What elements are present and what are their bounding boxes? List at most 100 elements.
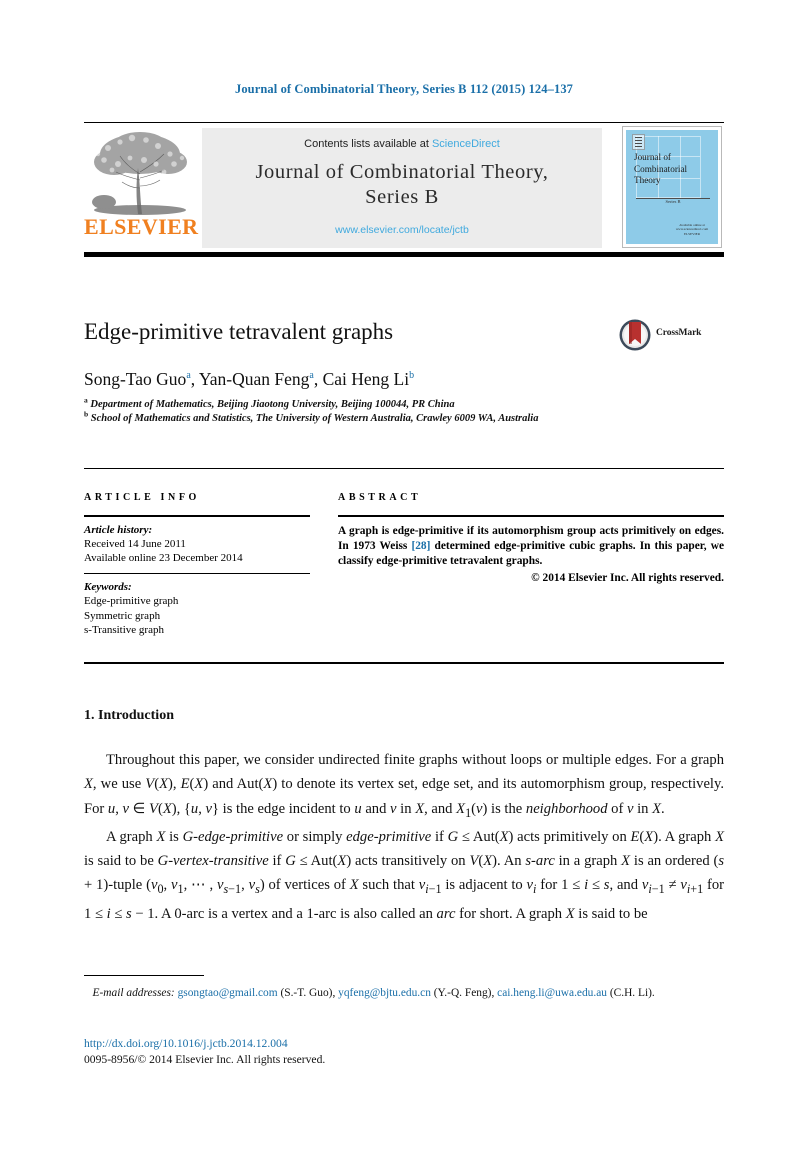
p1-i: is the [487,800,526,817]
affiliation-text-b: School of Mathematics and Statistics, Th… [90,412,539,424]
author-sep-2: , [313,369,323,389]
running-head: Journal of Combinatorial Theory, Series … [234,82,574,96]
elsevier-logo-block: ELSEVIER [84,128,199,248]
abstract-bottom-rule [84,662,724,664]
p1-b: , we use [92,776,146,793]
cover-footer-text: Available online at www.sciencedirect.co… [670,223,714,236]
p2-p: -tuple [108,877,147,894]
p2-f2: if [268,853,286,870]
p2-k: acts transitively on [351,853,470,870]
author-sep-1: , [190,369,199,389]
page-title: Edge-primitive tetravalent graphs [84,319,394,344]
p2-x: arc [436,905,456,922]
article-history-label: Article history: [84,523,153,536]
footnote-divider [84,975,204,977]
author-name-1: Song-Tao Guo [84,369,187,389]
issn-copyright-line: 0095-8956/© 2014 Elsevier Inc. All right… [84,1053,326,1066]
cover-title-line3: Theory [634,175,661,185]
authors-divider [84,468,724,469]
p1-e: is the edge incident to [219,800,355,817]
keywords-label: Keywords: [84,581,132,594]
cover-emblem-icon [632,134,645,150]
p2-j: G-vertex-transitive [157,853,269,870]
p1-j: neighborhood [525,800,608,817]
cover-title-line2: Combinatorial [634,163,688,174]
affiliation-item: b School of Mathematics and Statistics, … [84,409,644,426]
author-list: Song-Tao Guoa, Yan-Quan Fenga, Cai Heng … [84,368,684,390]
contents-available-line: Contents lists available at ScienceDirec… [202,138,602,150]
p2-a: A graph [106,828,157,845]
p2-b: is [165,828,183,845]
p2-s: is adjacent to [441,877,527,894]
cover-title-text: Journal of Combinatorial Theory [634,152,714,187]
p2-z: is said to be [574,905,648,922]
abstract-heading: ABSTRACT [338,492,422,503]
p2-f: if [431,828,448,845]
keyword-item: Symmetric graph [84,609,161,622]
email-sep-2: , [491,987,495,999]
journal-masthead: ELSEVIER Contents lists available at Sci… [84,124,724,248]
affiliation-marker-b: b [84,409,89,419]
footnote-emails: E-mail addresses: gsongtao@gmail.com (S.… [84,986,724,1001]
p2-t: for [536,877,562,894]
p1-h: , and [424,800,457,817]
p2-e: edge-primitive [346,828,432,845]
abstract-column: ABSTRACT A graph is edge-primitive if it… [338,492,724,584]
elsevier-tree-icon [84,128,196,218]
keywords-block: Keywords: Edge-primitive graph Symmetric… [84,574,310,637]
section-heading-introduction: 1. Introduction [84,708,174,723]
body-content: Throughout this paper, we consider undir… [84,748,724,926]
cover-title-line1: Journal of [634,152,671,162]
p2-v: for [703,877,724,894]
affiliation-item: a Department of Mathematics, Beijing Jia… [84,395,644,412]
doi-link[interactable]: http://dx.doi.org/10.1016/j.jctb.2014.12… [84,1036,724,1052]
keyword-item: s-Transitive graph [84,623,164,636]
author-affil-marker-3: b [409,370,415,382]
abstract-reference-link[interactable]: [28] [411,540,430,552]
cover-footer-line2: ELSEVIER [683,231,700,236]
paragraph-1: Throughout this paper, we consider undir… [84,752,724,820]
email-owner-3: (C.H. Li). [609,987,655,999]
p1-f: and [361,800,391,817]
journal-cover-thumbnail[interactable]: Journal of Combinatorial Theory Series B… [622,126,722,248]
p2-o: is an ordered [630,853,714,870]
p2-c: G-edge-primitive [182,828,284,845]
contents-box: Contents lists available at ScienceDirec… [202,128,602,248]
paragraph-2: A graph X is G-edge-primitive or simply … [84,828,724,922]
article-history-online: Available online 23 December 2014 [84,552,243,564]
p2-r: such that [358,877,419,894]
p1-m: . [661,800,665,817]
crossmark-label: CrossMark [656,328,702,338]
p1-l: in [633,800,653,817]
abstract-text: A graph is edge-primitive if its automor… [338,517,724,570]
p1-a: Throughout this paper, we consider undir… [106,752,724,768]
article-history-received: Received 14 June 2011 [84,537,186,550]
p2-h: . A graph [658,828,716,845]
email-label: E-mail addresses: [92,987,175,999]
journal-title: Journal of Combinatorial Theory, Series … [202,160,602,210]
sciencedirect-link[interactable]: ScienceDirect [432,138,500,150]
journal-homepage-link[interactable]: www.elsevier.com/locate/jctb [202,224,602,236]
affiliation-list: a Department of Mathematics, Beijing Jia… [84,395,644,426]
article-history-block: Article history: Received 14 June 2011 A… [84,517,310,566]
crossmark-badge[interactable]: CrossMark [618,318,724,352]
cover-footer-line1: Available online at www.sciencedirect.co… [675,222,709,232]
author-name-3: Cai Heng Li [322,369,410,389]
email-owner-2: (Y.-Q. Feng) [433,987,492,999]
email-link-1[interactable]: gsongtao@gmail.com [178,987,278,999]
author-name-2: Yan-Quan Feng [198,369,310,389]
p1-c: and [208,776,237,793]
journal-title-line1: Journal of Combinatorial Theory, [255,161,549,183]
crossmark-icon [619,319,651,351]
paper-page: Journal of Combinatorial Theory, Series … [0,0,808,1162]
affiliation-text-a: Department of Mathematics, Beijing Jiaot… [90,399,455,410]
email-link-3[interactable]: cai.heng.li@uwa.edu.au [497,987,607,999]
email-owner-1: (S.-T. Guo) [280,987,333,999]
p2-m: s-arc [525,853,555,870]
elsevier-wordmark: ELSEVIER [84,214,199,239]
contents-prefix-text: Contents lists available at [304,138,432,150]
keyword-item: Edge-primitive graph [84,595,179,608]
p2-g: acts primitively on [513,828,631,845]
email-link-2[interactable]: yqfeng@bjtu.edu.cn [338,987,431,999]
affiliation-marker-a: a [84,395,88,405]
